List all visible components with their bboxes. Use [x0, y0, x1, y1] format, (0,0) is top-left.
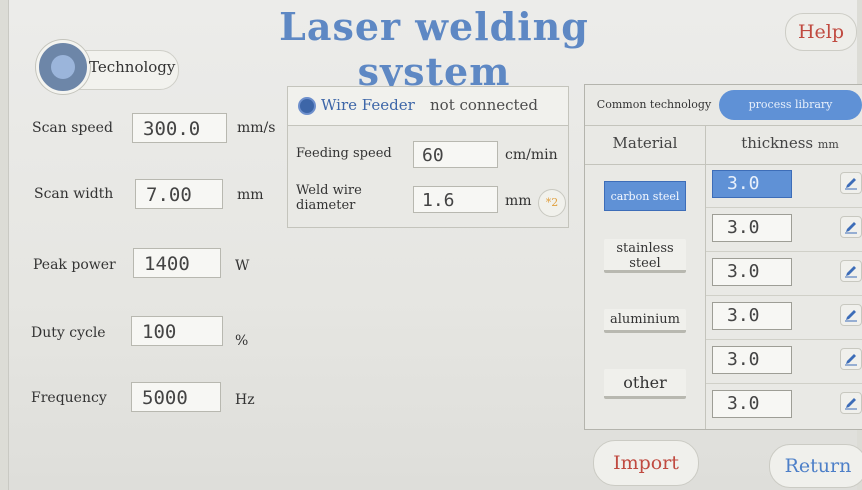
- return-button[interactable]: Return: [769, 444, 862, 488]
- tab-technology-label: Technology: [89, 58, 176, 76]
- edit-icon[interactable]: [840, 348, 862, 370]
- help-button[interactable]: Help: [785, 13, 857, 51]
- thickness-row: 3.0: [706, 207, 862, 252]
- wire-diameter-label-line2: diameter: [296, 198, 356, 213]
- feeding-speed-input[interactable]: 60: [413, 141, 498, 168]
- scan-width-input[interactable]: 7.00: [135, 179, 223, 209]
- gear-icon: [298, 97, 316, 115]
- wire-diameter-unit: mm: [505, 193, 532, 209]
- scan-speed-input[interactable]: 300.0: [132, 113, 227, 143]
- thickness-row: 3.0: [706, 295, 862, 340]
- edit-icon[interactable]: [840, 304, 862, 326]
- scan-speed-unit: mm/s: [237, 120, 276, 136]
- multiplier-button[interactable]: *2: [538, 189, 566, 217]
- duty-cycle-unit: %: [235, 333, 249, 349]
- frequency-unit: Hz: [235, 392, 255, 408]
- wire-diameter-label-line1: Weld wire: [296, 183, 362, 198]
- material-other-button[interactable]: other: [604, 369, 686, 399]
- peak-power-label: Peak power: [33, 257, 116, 273]
- thickness-input[interactable]: 3.0: [712, 390, 792, 418]
- peak-power-input[interactable]: 1400: [133, 248, 221, 278]
- scan-width-label: Scan width: [34, 186, 114, 202]
- wire-feeder-header: Wire Feeder not connected: [288, 87, 568, 126]
- material-label: carbon steel: [610, 190, 680, 203]
- edit-icon[interactable]: [840, 260, 862, 282]
- frequency-label: Frequency: [31, 390, 107, 406]
- material-stainless-steel-button[interactable]: stainless steel: [604, 239, 686, 273]
- wire-feeder-status: not connected: [430, 96, 539, 114]
- scan-speed-label: Scan speed: [32, 120, 113, 136]
- process-library-panel: Common technology process library Materi…: [584, 84, 862, 430]
- thickness-input[interactable]: 3.0: [712, 170, 792, 198]
- thickness-column-unit: mm: [817, 138, 839, 151]
- import-button[interactable]: Import: [593, 440, 699, 486]
- feeding-speed-label: Feeding speed: [296, 146, 392, 161]
- gear-icon: [36, 40, 90, 94]
- edit-icon[interactable]: [840, 172, 862, 194]
- tab-process-library[interactable]: process library: [719, 90, 862, 120]
- feeding-speed-unit: cm/min: [505, 147, 558, 163]
- thickness-input[interactable]: 3.0: [712, 346, 792, 374]
- edit-icon[interactable]: [840, 216, 862, 238]
- thickness-row: 3.0: [706, 163, 862, 208]
- thickness-row: 3.0: [706, 383, 862, 427]
- app-title: Laser welding system: [279, 4, 589, 94]
- thickness-input[interactable]: 3.0: [712, 302, 792, 330]
- thickness-row: 3.0: [706, 339, 862, 384]
- material-label: other: [623, 373, 667, 392]
- material-aluminium-button[interactable]: aluminium: [604, 309, 686, 333]
- material-column-header: Material: [612, 134, 678, 152]
- scan-width-unit: mm: [237, 187, 264, 203]
- duty-cycle-label: Duty cycle: [31, 325, 106, 341]
- thickness-column-label: thickness: [741, 134, 814, 152]
- thickness-input[interactable]: 3.0: [712, 214, 792, 242]
- library-header-row: Material thickness mm: [585, 125, 862, 165]
- duty-cycle-input[interactable]: 100: [131, 316, 223, 346]
- wire-diameter-input[interactable]: 1.6: [413, 186, 498, 213]
- screen: Laser welding system Help Technology Sca…: [8, 0, 862, 490]
- thickness-row: 3.0: [706, 251, 862, 296]
- tab-common-technology[interactable]: Common technology: [589, 90, 719, 120]
- edit-icon[interactable]: [840, 392, 862, 414]
- material-label-line2: steel: [629, 256, 661, 271]
- material-label-line1: stainless: [616, 241, 674, 256]
- material-label: aluminium: [610, 312, 680, 327]
- wire-feeder-title: Wire Feeder: [321, 96, 415, 114]
- thickness-input[interactable]: 3.0: [712, 258, 792, 286]
- peak-power-unit: W: [235, 258, 250, 274]
- thickness-column-header: thickness mm: [715, 134, 862, 152]
- frequency-input[interactable]: 5000: [131, 382, 221, 412]
- material-carbon-steel-button[interactable]: carbon steel: [604, 181, 686, 211]
